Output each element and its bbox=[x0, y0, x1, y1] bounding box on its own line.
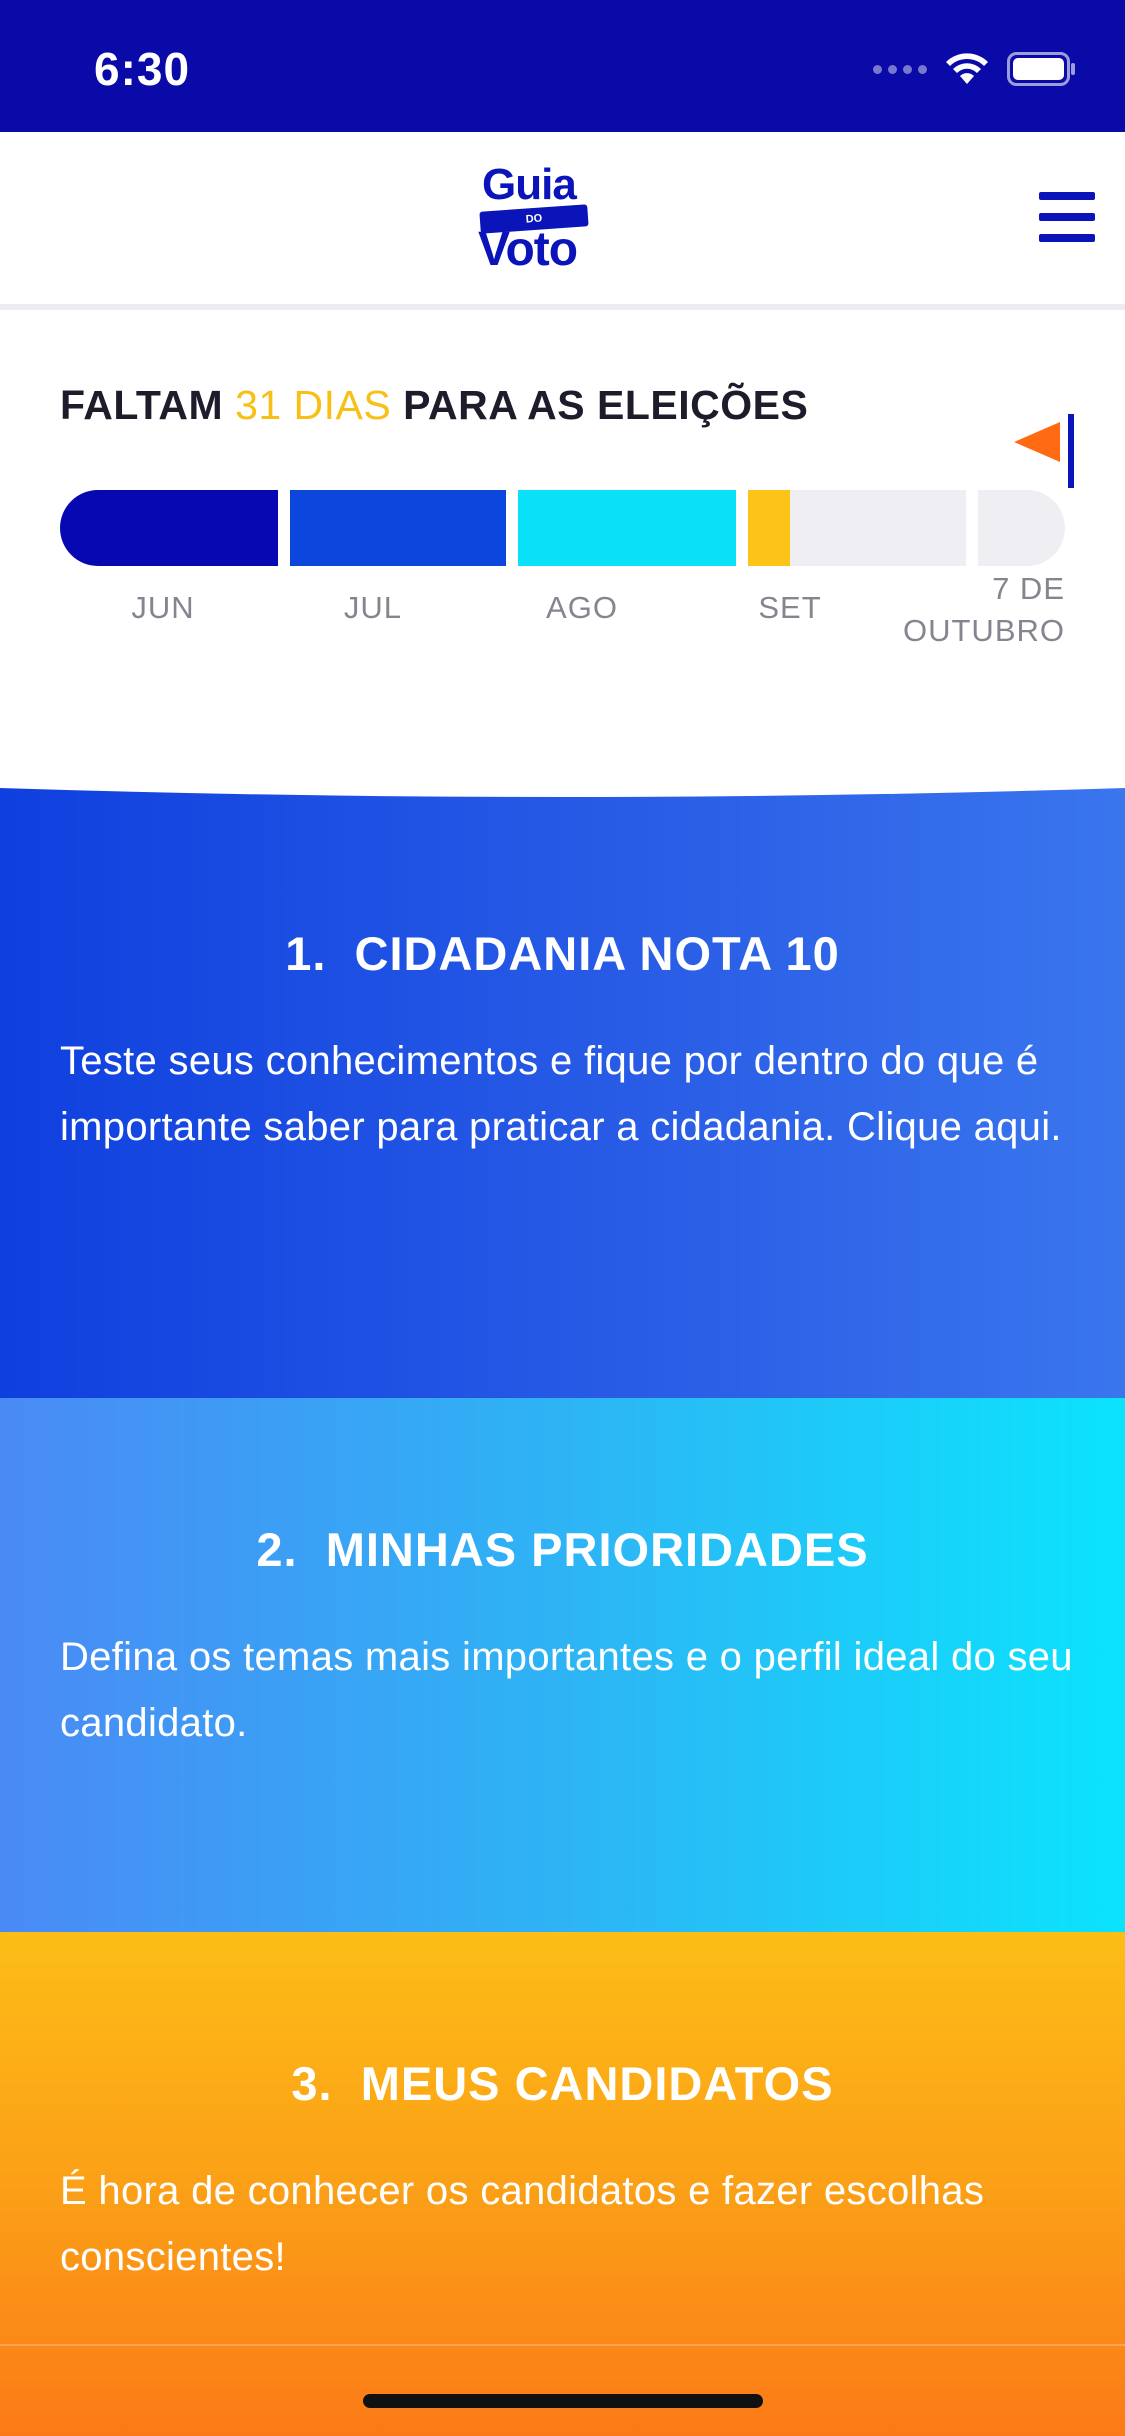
card-description: Teste seus conhecimentos e fique por den… bbox=[60, 1039, 1062, 1149]
card-number: 1. bbox=[285, 927, 327, 980]
card-description: Defina os temas mais importantes e o per… bbox=[60, 1635, 1073, 1745]
app-header: Guia DO Voto bbox=[0, 132, 1125, 310]
month-label-jul: JUL bbox=[343, 590, 403, 625]
countdown-title: FALTAM 31 DIAS PARA AS ELEIÇÕES bbox=[60, 382, 808, 429]
status-time: 6:30 bbox=[94, 43, 191, 95]
status-icons bbox=[873, 52, 1077, 86]
card-title: 3. MEUS CANDIDATOS bbox=[0, 2056, 1125, 2111]
month-label-set: SET bbox=[758, 590, 822, 625]
card-title: 1. CIDADANIA NOTA 10 bbox=[0, 926, 1125, 981]
home-indicator[interactable] bbox=[363, 2394, 763, 2408]
timeline-segment-set-remaining bbox=[790, 490, 966, 566]
timeline-segment-jun bbox=[60, 490, 278, 566]
hamburger-menu-icon[interactable] bbox=[1039, 192, 1095, 242]
month-label-jun: JUN bbox=[131, 590, 195, 625]
card-title: 2. MINHAS PRIORIDADES bbox=[0, 1522, 1125, 1577]
election-countdown: FALTAM 31 DIAS PARA AS ELEIÇÕES JUN JUL … bbox=[0, 316, 1125, 796]
countdown-timeline bbox=[60, 490, 1065, 566]
card-description: É hora de conhecer os candidatos e fazer… bbox=[60, 2169, 985, 2279]
card-number: 2. bbox=[256, 1523, 298, 1576]
card-meus-candidatos[interactable]: 3. MEUS CANDIDATOS É hora de conhecer os… bbox=[0, 1932, 1125, 2436]
card-title-text: MEUS CANDIDATOS bbox=[360, 2057, 834, 2110]
flag-icon bbox=[1014, 414, 1074, 488]
timeline-segment-set-progress bbox=[748, 490, 790, 566]
logo-word-guia: Guia bbox=[482, 160, 577, 209]
countdown-suffix: PARA AS ELEIÇÕES bbox=[403, 382, 809, 428]
guia-do-voto-logo[interactable]: Guia DO Voto bbox=[478, 160, 594, 280]
countdown-prefix: FALTAM bbox=[60, 382, 224, 428]
cellular-signal-icon bbox=[873, 64, 927, 74]
election-date-label: 7 DE OUTUBRO bbox=[903, 571, 1065, 648]
battery-icon bbox=[1007, 52, 1075, 86]
countdown-days: 31 DIAS bbox=[235, 382, 392, 428]
timeline-segment-outubro bbox=[978, 490, 1065, 566]
month-label-ago: AGO bbox=[546, 590, 618, 625]
card-title-text: MINHAS PRIORIDADES bbox=[325, 1523, 869, 1576]
wifi-icon bbox=[946, 53, 988, 84]
card-minhas-prioridades[interactable]: 2. MINHAS PRIORIDADES Defina os temas ma… bbox=[0, 1398, 1125, 1932]
card-top-curve bbox=[0, 782, 1125, 797]
card-number: 3. bbox=[291, 2057, 333, 2110]
timeline-segment-ago bbox=[518, 490, 736, 566]
divider bbox=[0, 2344, 1125, 2346]
card-title-text: CIDADANIA NOTA 10 bbox=[354, 927, 840, 980]
app-screen: 6:30 Guia DO Voto FALTAM 31 DIAS PARA AS… bbox=[0, 0, 1125, 2436]
status-bar: 6:30 bbox=[0, 0, 1125, 132]
timeline-segment-jul bbox=[290, 490, 506, 566]
card-cidadania-nota-10[interactable]: 1. CIDADANIA NOTA 10 Teste seus conhecim… bbox=[0, 782, 1125, 1398]
logo-word-voto: Voto bbox=[478, 223, 578, 276]
